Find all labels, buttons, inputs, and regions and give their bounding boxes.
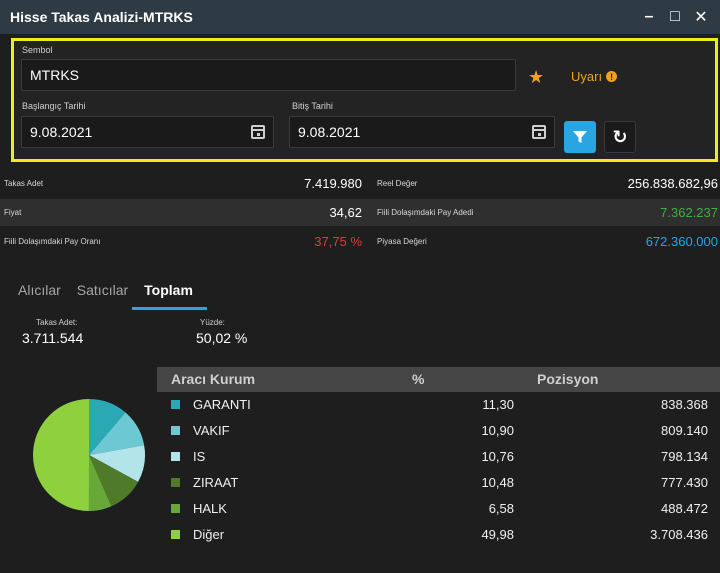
pie-chart (32, 398, 146, 512)
reel-deger-label: Reel Değer (377, 179, 418, 188)
column-header-position[interactable]: Pozisyon (537, 371, 598, 387)
alert-label: Uyarı (571, 69, 603, 84)
symbol-label: Sembol (22, 45, 53, 55)
fiili-pay-adedi-label: Fiili Dolaşımdaki Pay Adedi (377, 208, 474, 217)
broker-percent: 49,98 (481, 527, 514, 542)
takas-summary-value: 3.711.544 (22, 330, 84, 346)
close-button[interactable]: ✕ (688, 4, 714, 30)
tab-toplam[interactable]: Toplam (132, 282, 207, 310)
table-row[interactable]: GARANTI 11,30 838.368 (157, 392, 720, 417)
broker-name: HALK (193, 501, 227, 516)
broker-name: IS (193, 449, 206, 464)
reel-deger-value: 256.838.682,96 (627, 176, 718, 191)
start-date-value: 9.08.2021 (30, 124, 93, 140)
fiyat-value: 34,62 (329, 205, 362, 220)
legend-swatch (171, 478, 180, 487)
stats-row: Fiili Dolaşımdaki Pay Oranı 37,75 % Piya… (0, 228, 720, 255)
tab-saticilar[interactable]: Satıcılar (77, 282, 128, 310)
calendar-icon[interactable] (532, 125, 546, 139)
table-row[interactable]: ZIRAAT 10,48 777.430 (157, 470, 720, 495)
broker-position: 798.134 (661, 449, 708, 464)
maximize-button[interactable]: □ (662, 4, 688, 30)
piyasa-degeri-value: 672.360.000 (645, 234, 718, 249)
table-header: Aracı Kurum % Pozisyon (157, 367, 720, 392)
title-bar: Hisse Takas Analizi-MTRKS – □ ✕ (0, 0, 720, 34)
funnel-icon (573, 131, 587, 143)
broker-name: VAKIF (193, 423, 230, 438)
fiili-pay-adedi-value: 7.362.237 (660, 205, 718, 220)
legend-swatch (171, 530, 180, 539)
stats-row: Fiyat 34,62 Fiili Dolaşımdaki Pay Adedi … (0, 199, 720, 226)
broker-percent: 11,30 (482, 397, 514, 412)
end-date-value: 9.08.2021 (298, 124, 361, 140)
star-icon[interactable]: ★ (528, 67, 544, 88)
takas-summary-label: Takas Adet: (36, 318, 78, 327)
broker-percent: 10,90 (481, 423, 514, 438)
broker-position: 838.368 (661, 397, 708, 412)
info-icon: ! (606, 71, 618, 82)
pie-chart-svg (33, 399, 145, 511)
table-row[interactable]: IS 10,76 798.134 (157, 444, 720, 469)
table-row[interactable]: VAKIF 10,90 809.140 (157, 418, 720, 443)
tab-alicilar[interactable]: Alıcılar (18, 282, 61, 310)
takas-adet-label: Takas Adet (4, 179, 44, 188)
filter-button[interactable] (564, 121, 596, 153)
filter-panel: Sembol MTRKS ★ Uyarı ! Başlangıç Tarihi … (11, 38, 718, 162)
minimize-button[interactable]: – (636, 4, 662, 30)
broker-table: Aracı Kurum % Pozisyon GARANTI 11,30 838… (157, 367, 720, 542)
end-date-label: Bitiş Tarihi (292, 101, 333, 111)
broker-name: Diğer (193, 527, 225, 542)
fiyat-label: Fiyat (4, 208, 22, 217)
tab-bar: Alıcılar Satıcılar Toplam (18, 282, 223, 310)
end-date-input[interactable]: 9.08.2021 (289, 116, 555, 148)
fiili-pay-orani-label: Fiili Dolaşımdaki Pay Oranı (4, 237, 101, 246)
symbol-input[interactable]: MTRKS (21, 59, 516, 91)
column-header-percent[interactable]: % (412, 371, 424, 387)
broker-name: GARANTI (193, 397, 251, 412)
broker-percent: 10,76 (481, 449, 514, 464)
yuzde-value: 50,02 % (196, 330, 248, 346)
broker-position: 488.472 (661, 501, 708, 516)
broker-percent: 6,58 (488, 501, 514, 516)
broker-name: ZIRAAT (193, 475, 239, 490)
legend-swatch (171, 400, 180, 409)
symbol-value: MTRKS (30, 67, 79, 83)
piyasa-degeri-label: Piyasa Değeri (377, 237, 427, 246)
refresh-button[interactable]: ↻ (604, 121, 636, 153)
yuzde-label: Yüzde: (200, 318, 225, 327)
table-row[interactable]: HALK 6,58 488.472 (157, 496, 720, 521)
column-header-broker[interactable]: Aracı Kurum (171, 371, 255, 387)
pie-slice-di-er[interactable] (33, 399, 89, 511)
calendar-icon[interactable] (251, 125, 265, 139)
broker-position: 777.430 (661, 475, 708, 490)
legend-swatch (171, 504, 180, 513)
legend-swatch (171, 452, 180, 461)
window-controls: – □ ✕ (636, 0, 714, 34)
legend-swatch (171, 426, 180, 435)
table-row[interactable]: Diğer 49,98 3.708.436 (157, 522, 720, 547)
broker-position: 809.140 (661, 423, 708, 438)
broker-position: 3.708.436 (650, 527, 708, 542)
broker-percent: 10,48 (481, 475, 514, 490)
alert-link[interactable]: Uyarı ! (571, 69, 618, 84)
window-title: Hisse Takas Analizi-MTRKS (10, 9, 193, 25)
stats-row: Takas Adet 7.419.980 Reel Değer 256.838.… (0, 170, 720, 197)
takas-adet-value: 7.419.980 (304, 176, 362, 191)
start-date-label: Başlangıç Tarihi (22, 101, 86, 111)
start-date-input[interactable]: 9.08.2021 (21, 116, 274, 148)
fiili-pay-orani-value: 37,75 % (314, 234, 362, 249)
